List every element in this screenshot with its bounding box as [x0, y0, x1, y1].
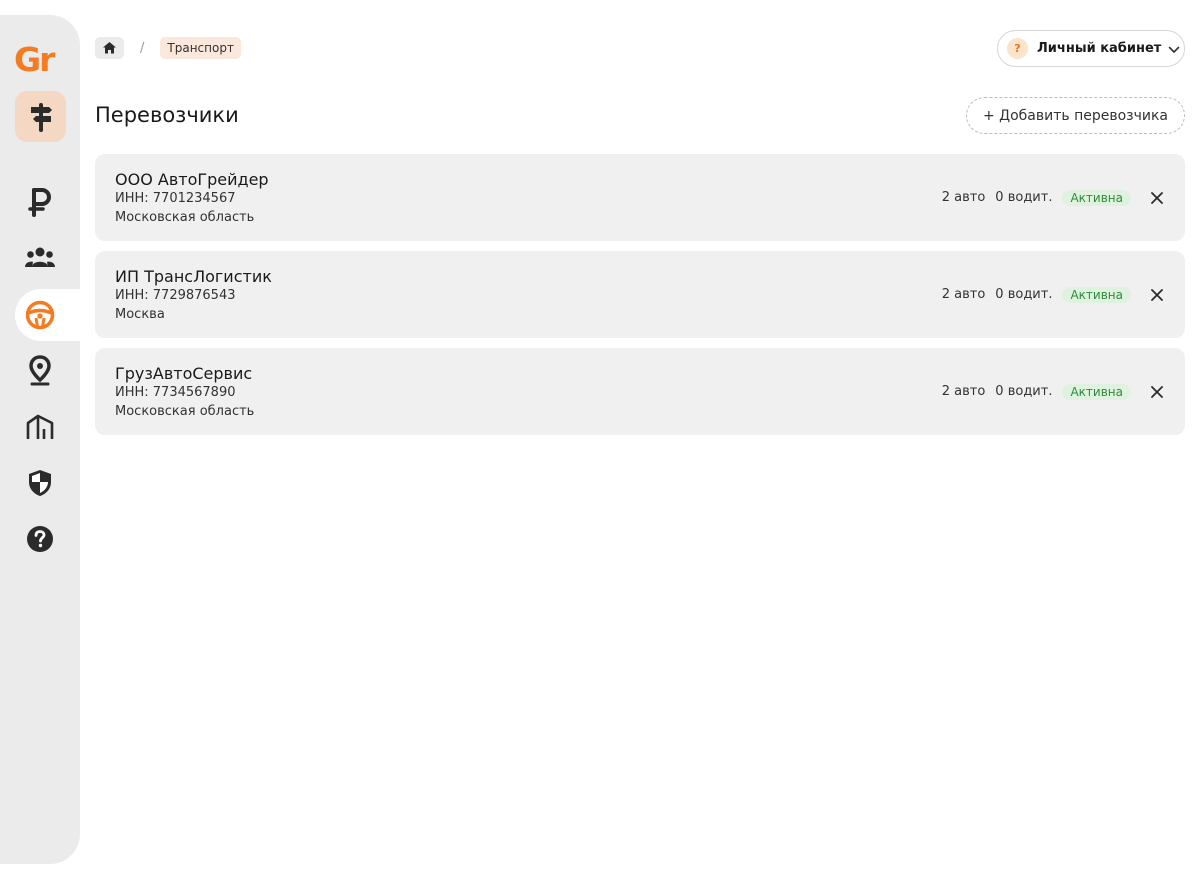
- logo[interactable]: Gr: [14, 43, 55, 76]
- account-label: Личный кабинет: [1037, 41, 1162, 56]
- page-title: Перевозчики: [95, 103, 239, 127]
- status-badge: Активна: [1062, 286, 1131, 303]
- driver-count: 0 водит.: [995, 287, 1053, 302]
- nav-security[interactable]: [15, 458, 65, 508]
- carrier-meta: 2 авто 0 водит. Активна: [942, 154, 1165, 241]
- account-menu-button[interactable]: ? Личный кабинет: [997, 30, 1185, 67]
- warehouse-icon: [26, 413, 54, 441]
- breadcrumb-current[interactable]: Транспорт: [160, 37, 241, 59]
- signpost-icon: [26, 101, 56, 133]
- carrier-list: ООО АвтоГрейдер ИНН: 7701234567 Московск…: [95, 154, 1185, 445]
- steering-wheel-icon: [25, 300, 55, 330]
- vehicle-count: 2 авто: [941, 190, 986, 205]
- carrier-meta: 2 авто 0 водит. Активна: [942, 348, 1165, 435]
- close-icon[interactable]: [1149, 287, 1165, 303]
- users-icon: [24, 246, 56, 270]
- map-pin-icon: [28, 355, 52, 387]
- breadcrumb: / Транспорт: [95, 37, 241, 59]
- driver-count: 0 водит.: [995, 190, 1053, 205]
- add-carrier-button[interactable]: + Добавить перевозчика: [966, 97, 1185, 134]
- close-icon[interactable]: [1149, 190, 1165, 206]
- driver-count: 0 водит.: [995, 384, 1053, 399]
- breadcrumb-home[interactable]: [95, 37, 124, 59]
- nav-help[interactable]: [15, 514, 65, 564]
- nav-warehouse[interactable]: [15, 402, 65, 452]
- carrier-card[interactable]: ООО АвтоГрейдер ИНН: 7701234567 Московск…: [95, 154, 1185, 241]
- sidebar: Gr: [0, 15, 80, 864]
- nav-finance[interactable]: [15, 177, 65, 227]
- vehicle-count: 2 авто: [941, 384, 986, 399]
- status-badge: Активна: [1062, 189, 1131, 206]
- home-icon: [102, 39, 117, 58]
- carrier-card[interactable]: ИП ТрансЛогистик ИНН: 7729876543 Москва …: [95, 251, 1185, 338]
- app-root: Gr / Транспорт ? Личный кабинет Перевозч…: [0, 0, 1200, 879]
- status-badge: Активна: [1062, 383, 1131, 400]
- vehicle-count: 2 авто: [941, 287, 986, 302]
- breadcrumb-separator: /: [140, 40, 145, 56]
- nav-locations[interactable]: [15, 346, 65, 396]
- account-badge: ?: [1007, 38, 1028, 59]
- carrier-meta: 2 авто 0 водит. Активна: [942, 251, 1165, 338]
- ruble-icon: [27, 187, 53, 217]
- shield-icon: [28, 469, 52, 497]
- nav-brand[interactable]: [15, 91, 66, 142]
- nav-users[interactable]: [15, 233, 65, 283]
- help-icon: [26, 525, 54, 553]
- chevron-down-icon: [1168, 39, 1180, 58]
- close-icon[interactable]: [1149, 384, 1165, 400]
- nav-transport[interactable]: [15, 289, 80, 341]
- carrier-card[interactable]: ГрузАвтоСервис ИНН: 7734567890 Московска…: [95, 348, 1185, 435]
